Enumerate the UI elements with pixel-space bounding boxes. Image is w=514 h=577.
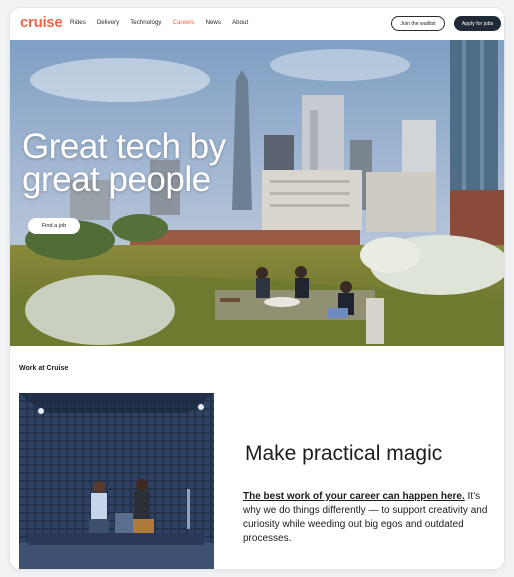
nav-link-careers[interactable]: Careers: [173, 19, 195, 26]
best-work-link[interactable]: The best work of your career can happen …: [243, 491, 465, 502]
hero-banner: Great tech by great people Find a job: [10, 40, 504, 346]
nav-link-about[interactable]: About: [232, 19, 248, 26]
join-waitlist-button[interactable]: Join the waitlist: [391, 16, 445, 31]
nav-link-rides[interactable]: Rides: [70, 19, 86, 26]
work-description: The best work of your career can happen …: [243, 490, 493, 546]
anechoic-lab-photo: [19, 393, 214, 569]
nav-link-news[interactable]: News: [206, 19, 221, 26]
hero-title-line1: Great tech by: [22, 127, 226, 166]
page-card: cruise Rides Delivery Technology Careers…: [10, 8, 504, 569]
lab-photo-image: [19, 393, 214, 569]
nav-link-delivery[interactable]: Delivery: [97, 19, 119, 26]
hero-title: Great tech by great people: [22, 127, 282, 199]
make-practical-magic-heading: Make practical magic: [245, 442, 443, 465]
work-section-label: Work at Cruise: [19, 365, 69, 372]
nav-link-technology[interactable]: Technology: [130, 19, 161, 26]
hero-title-line2: great people: [22, 160, 211, 199]
nav-links: Rides Delivery Technology Careers News A…: [70, 19, 248, 26]
apply-for-jobs-button[interactable]: Apply for jobs: [454, 16, 501, 31]
find-a-job-button[interactable]: Find a job: [28, 218, 80, 234]
top-nav: cruise Rides Delivery Technology Careers…: [10, 8, 504, 40]
cruise-logo[interactable]: cruise: [20, 14, 63, 31]
